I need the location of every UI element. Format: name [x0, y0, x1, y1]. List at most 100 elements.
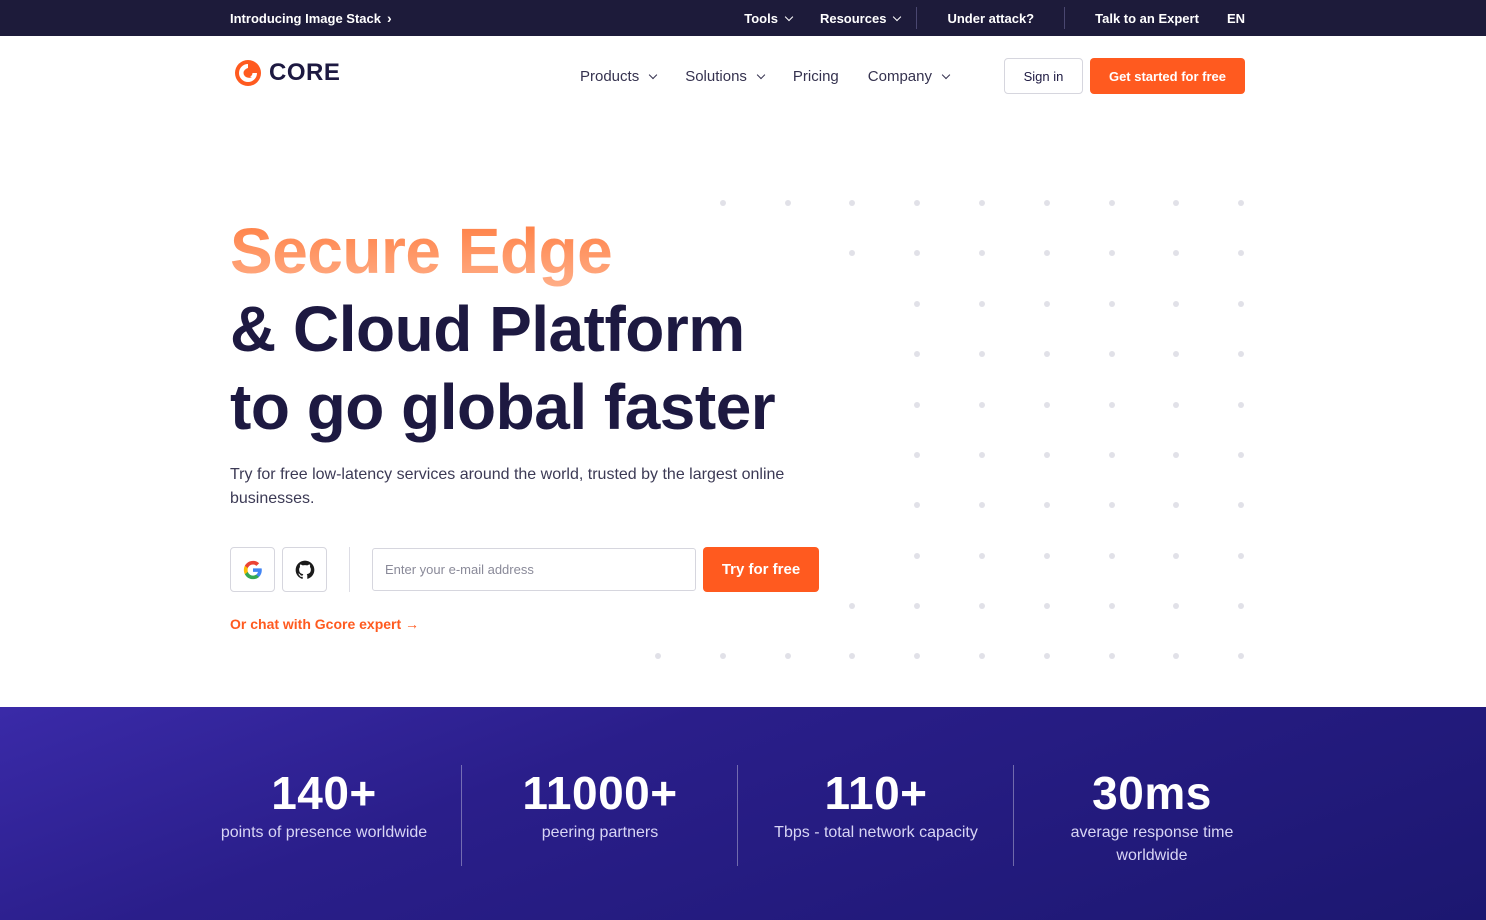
- language-selector[interactable]: EN: [1213, 11, 1245, 26]
- grid-dot: [979, 603, 985, 609]
- github-signup-button[interactable]: [282, 547, 327, 592]
- grid-dot: [914, 653, 920, 659]
- tools-menu[interactable]: Tools: [730, 11, 806, 26]
- grid-dot: [1044, 351, 1050, 357]
- top-bar-right: Tools Resources Under attack? Talk to an…: [730, 0, 1245, 36]
- grid-dot: [1044, 402, 1050, 408]
- grid-dot: [1044, 553, 1050, 559]
- chevron-down-icon: [893, 12, 902, 21]
- grid-dot: [1238, 250, 1244, 256]
- google-icon: [243, 560, 262, 579]
- grid-dot: [914, 502, 920, 508]
- try-for-free-button[interactable]: Try for free: [703, 547, 819, 592]
- grid-dot: [1238, 351, 1244, 357]
- grid-dot: [1109, 250, 1115, 256]
- intro-label: Introducing Image Stack: [230, 10, 381, 26]
- intro-link[interactable]: Introducing Image Stack ›: [230, 0, 392, 36]
- grid-dot: [979, 452, 985, 458]
- grid-dot: [914, 553, 920, 559]
- nav-products-label: Products: [580, 67, 640, 85]
- google-signup-button[interactable]: [230, 547, 275, 592]
- talk-to-expert-link[interactable]: Talk to an Expert: [1067, 11, 1213, 26]
- grid-dot: [1173, 603, 1179, 609]
- sign-in-button[interactable]: Sign in: [1004, 58, 1083, 94]
- logo[interactable]: CORE: [233, 58, 340, 88]
- grid-dot: [914, 250, 920, 256]
- grid-dot: [1238, 653, 1244, 659]
- grid-dot: [1109, 603, 1115, 609]
- stat-network-capacity: 110+ Tbps - total network capacity: [738, 765, 1014, 844]
- chevron-right-icon: ›: [386, 10, 392, 26]
- nav-company-label: Company: [867, 67, 932, 85]
- grid-dot: [979, 402, 985, 408]
- stat-label: peering partners: [541, 824, 659, 841]
- grid-dot: [979, 250, 985, 256]
- stat-value: 11000+: [522, 767, 678, 819]
- stat-response-time: 30ms average response time worldwide: [1014, 765, 1290, 867]
- grid-dot: [1173, 351, 1179, 357]
- grid-dot: [720, 200, 726, 206]
- grid-dot: [1173, 402, 1179, 408]
- grid-dot: [914, 301, 920, 307]
- grid-dot: [1173, 502, 1179, 508]
- main-header: CORE Products Solutions Pricing Company …: [0, 36, 1486, 116]
- grid-dot: [1238, 452, 1244, 458]
- nav-products[interactable]: Products: [580, 67, 658, 85]
- grid-dot: [1109, 452, 1115, 458]
- nav-solutions[interactable]: Solutions: [685, 68, 766, 85]
- gcore-logo-icon: [235, 60, 261, 86]
- under-attack-link[interactable]: Under attack?: [919, 11, 1062, 26]
- grid-dot: [1109, 200, 1115, 206]
- nav-pricing[interactable]: Pricing: [793, 68, 839, 85]
- get-started-button[interactable]: Get started for free: [1090, 58, 1245, 94]
- hero-title-line-2: & Cloud Platform: [230, 293, 745, 365]
- grid-dot: [914, 603, 920, 609]
- grid-dot: [1109, 301, 1115, 307]
- stat-peering-partners: 11000+ peering partners: [462, 765, 738, 844]
- grid-dot: [1238, 200, 1244, 206]
- grid-dot: [1173, 452, 1179, 458]
- main-nav: Products Solutions Pricing Company: [580, 58, 978, 94]
- grid-dot: [720, 653, 726, 659]
- grid-dot: [1173, 250, 1179, 256]
- chevron-down-icon: [784, 12, 794, 21]
- nav-company[interactable]: Company: [867, 67, 951, 85]
- grid-dot: [1109, 402, 1115, 408]
- top-bar: Introducing Image Stack › Tools Resource…: [0, 0, 1486, 36]
- grid-dot: [849, 250, 855, 256]
- resources-label: Resources: [819, 10, 887, 26]
- email-field[interactable]: [372, 548, 696, 591]
- resources-menu[interactable]: Resources: [806, 11, 914, 26]
- grid-dot: [655, 653, 661, 659]
- grid-dot: [1044, 653, 1050, 659]
- grid-dot: [1238, 603, 1244, 609]
- chevron-down-icon: [941, 70, 951, 79]
- logo-text: CORE: [269, 59, 341, 86]
- hero-title: Secure Edge & Cloud Platform to go globa…: [230, 212, 776, 446]
- grid-dot: [979, 502, 985, 508]
- chevron-down-icon: [648, 70, 658, 79]
- grid-dot: [1044, 603, 1050, 609]
- grid-dot: [1044, 452, 1050, 458]
- divider: [349, 547, 350, 592]
- grid-dot: [1238, 301, 1244, 307]
- stat-label: average response time worldwide: [1070, 824, 1234, 864]
- nav-pricing-label: Pricing: [792, 67, 839, 85]
- grid-dot: [1044, 301, 1050, 307]
- grid-dot: [979, 653, 985, 659]
- grid-dot: [849, 200, 855, 206]
- stat-points-of-presence: 140+ points of presence worldwide: [186, 765, 462, 844]
- grid-dot: [979, 351, 985, 357]
- stat-value: 140+: [271, 767, 377, 819]
- grid-dot: [914, 452, 920, 458]
- divider: [916, 7, 918, 29]
- grid-dot: [1173, 301, 1179, 307]
- stat-label: points of presence worldwide: [220, 824, 428, 841]
- grid-dot: [1109, 653, 1115, 659]
- divider: [1064, 7, 1066, 29]
- grid-dot: [1109, 553, 1115, 559]
- grid-dot: [914, 351, 920, 357]
- chat-with-expert-link[interactable]: Or chat with Gcore expert →: [230, 616, 419, 632]
- grid-dot: [1044, 250, 1050, 256]
- grid-dot: [1173, 200, 1179, 206]
